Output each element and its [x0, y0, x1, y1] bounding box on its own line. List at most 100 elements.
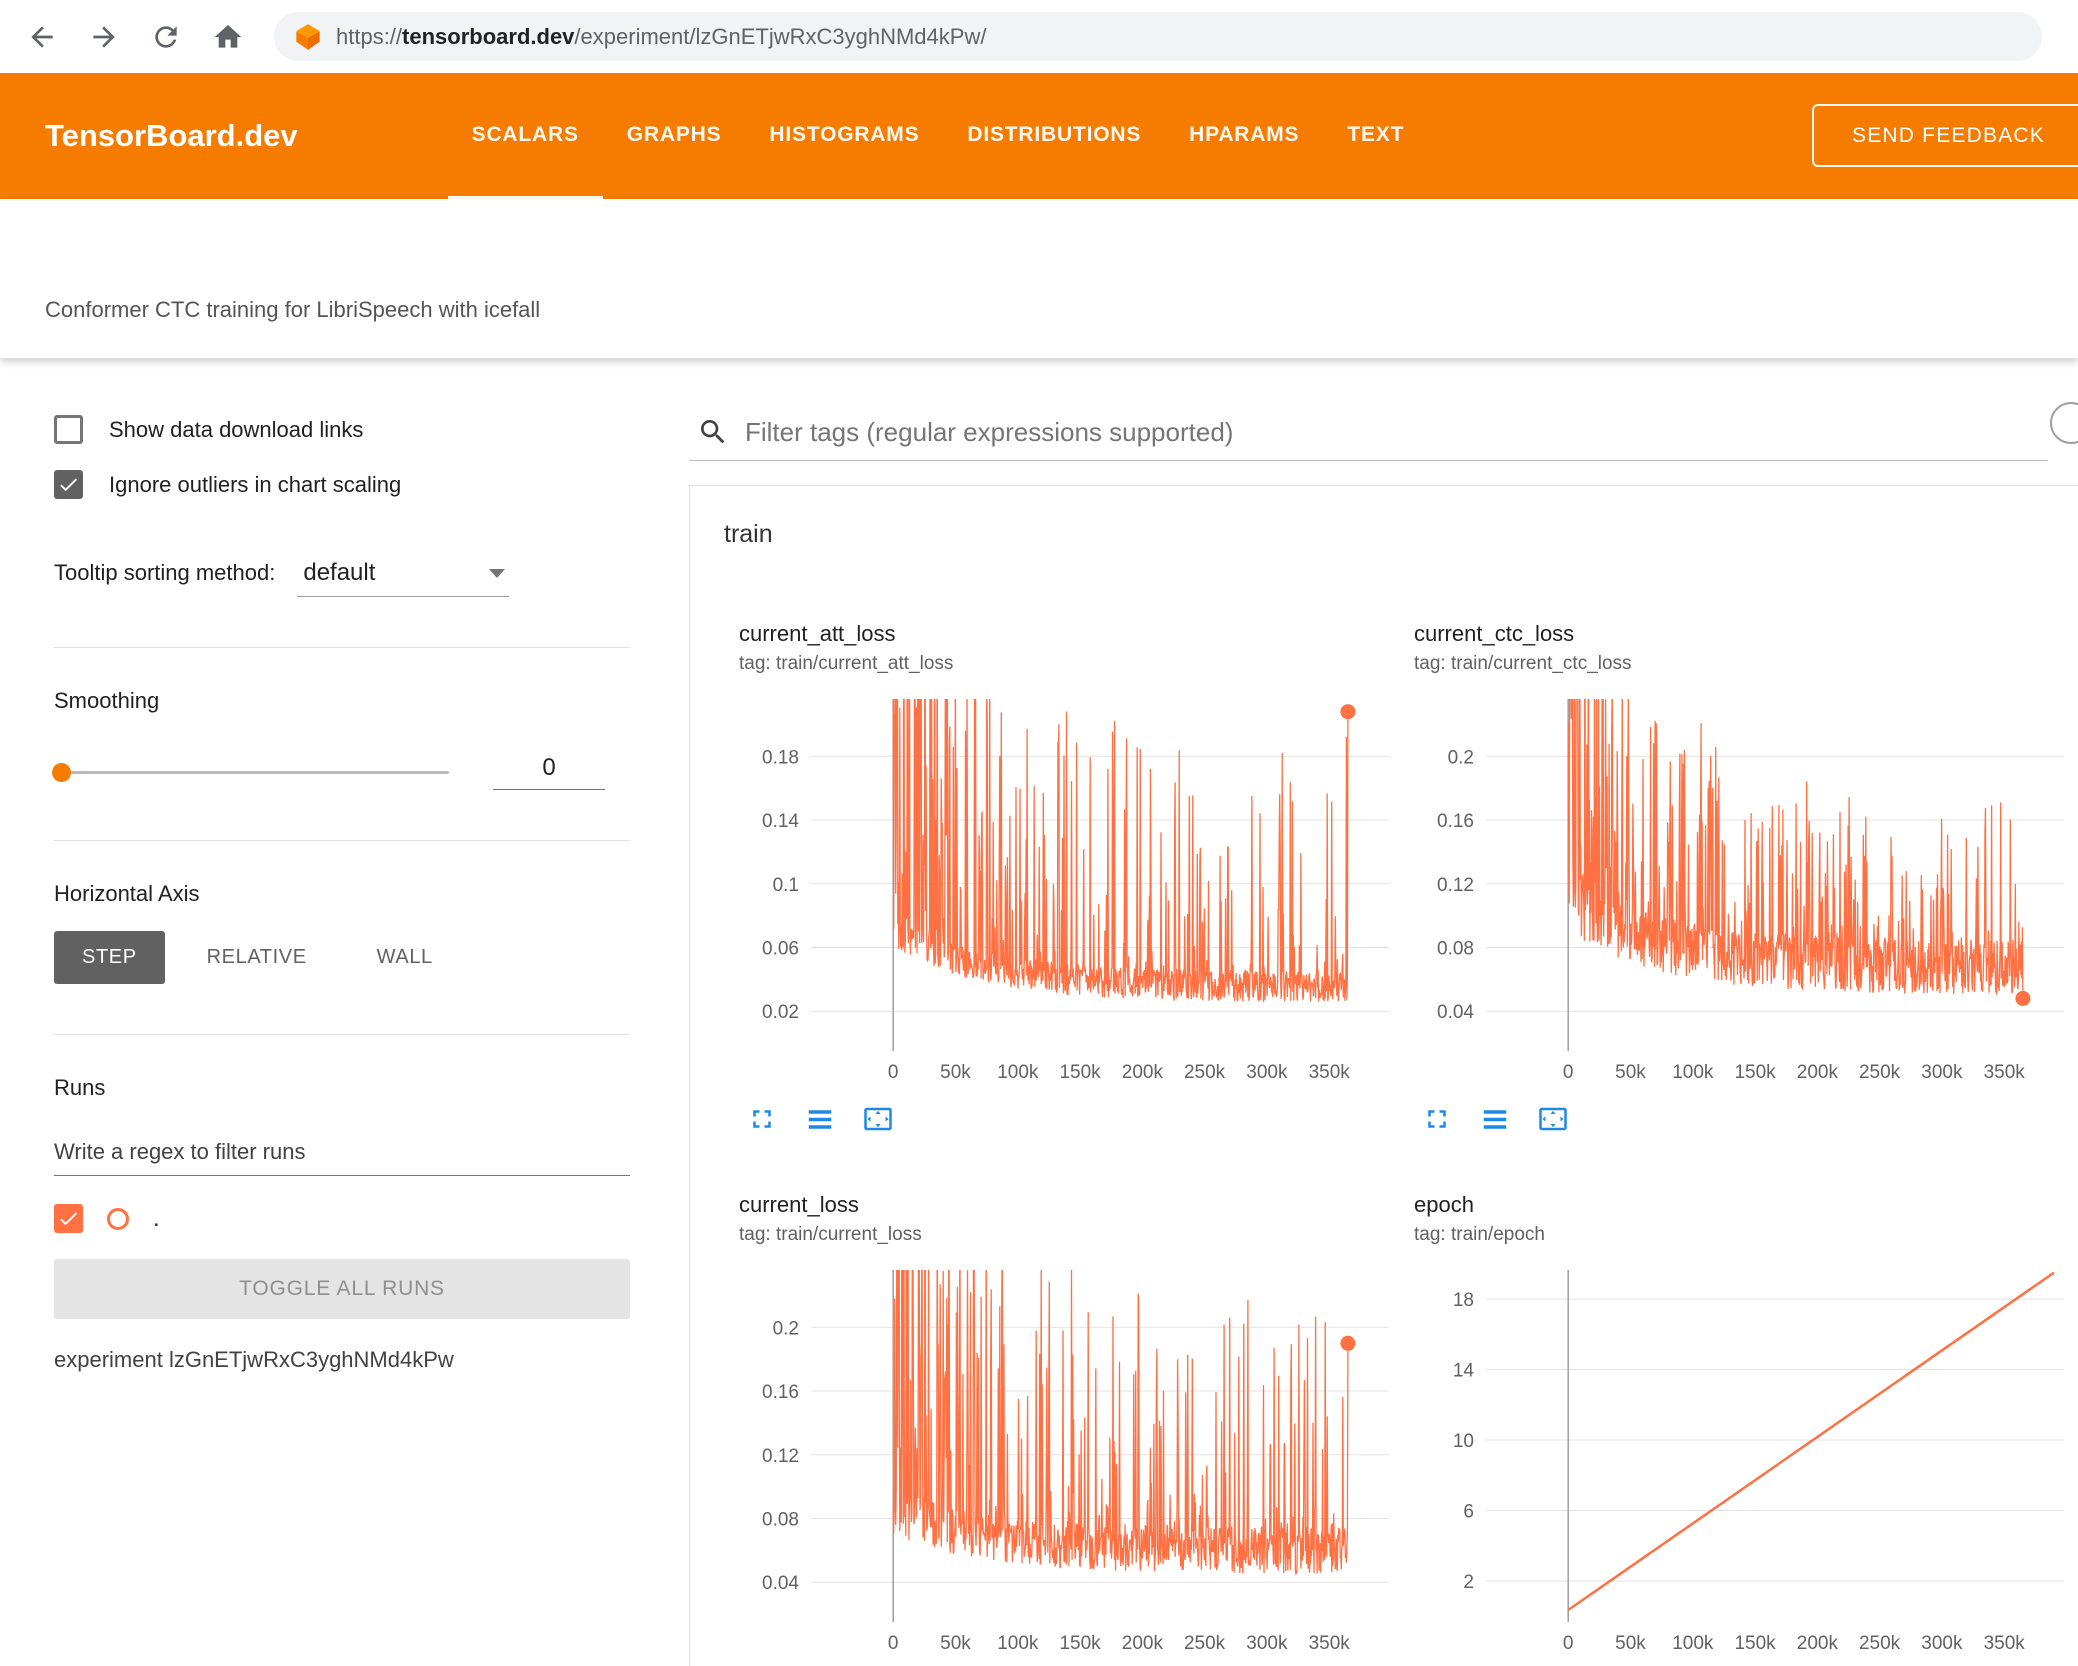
svg-text:300k: 300k	[1246, 1062, 1288, 1083]
send-feedback-button[interactable]: SEND FEEDBACK	[1812, 104, 2078, 167]
svg-text:250k: 250k	[1184, 1633, 1226, 1654]
svg-text:100k: 100k	[997, 1633, 1039, 1654]
run-color-swatch[interactable]	[107, 1207, 129, 1230]
reload-data-button[interactable]	[2050, 402, 2078, 444]
reload-button[interactable]	[150, 21, 182, 53]
svg-text:200k: 200k	[1797, 1062, 1839, 1083]
chart-plot-current_ctc_loss[interactable]: 0.04 0.08 0.12 0.16 0.2 0 50k 100k 150k 200k 250k 3…	[1414, 699, 2078, 1094]
tab-graphs[interactable]: GRAPHS	[603, 73, 746, 199]
svg-text:50k: 50k	[940, 1062, 971, 1083]
tab-hparams[interactable]: HPARAMS	[1165, 73, 1323, 199]
svg-text:0: 0	[888, 1062, 899, 1083]
chart-card-current_att_loss: current_att_loss tag: train/current_att_l…	[739, 621, 1414, 1134]
log-scale-button[interactable]	[1480, 1104, 1510, 1134]
url-scheme: https://	[336, 23, 403, 49]
scalars-main: train current_att_loss tag: train/current…	[689, 358, 2078, 1666]
svg-text:0.1: 0.1	[773, 875, 799, 896]
chart-title: current_loss	[739, 1192, 859, 1217]
fit-domain-icon	[1539, 1107, 1567, 1131]
svg-text:0.08: 0.08	[1437, 939, 1474, 960]
axis-option-wall[interactable]: WALL	[349, 931, 461, 984]
svg-text:0.16: 0.16	[1437, 811, 1474, 832]
chart-plot-current_att_loss[interactable]: 0.02 0.06 0.1 0.14 0.18 0 50k 100k 150k 200k 250k 3…	[739, 699, 1414, 1094]
forward-button[interactable]	[88, 21, 120, 53]
runs-filter-input[interactable]	[54, 1133, 630, 1176]
tab-text[interactable]: TEXT	[1323, 73, 1428, 199]
url-text: https://tensorboard.dev/experiment/lzGnE…	[336, 24, 986, 50]
tooltip-sorting-label: Tooltip sorting method:	[54, 560, 276, 585]
svg-text:250k: 250k	[1184, 1062, 1226, 1083]
svg-text:0.2: 0.2	[1448, 747, 1474, 768]
svg-text:50k: 50k	[1615, 1062, 1646, 1083]
svg-text:100k: 100k	[1672, 1633, 1714, 1654]
smoothing-value[interactable]: 0	[493, 754, 605, 790]
svg-text:0.06: 0.06	[762, 939, 799, 960]
ignore-outliers-row[interactable]: Ignore outliers in chart scaling	[54, 470, 630, 499]
train-section-title[interactable]: train	[690, 486, 2078, 549]
chart-tag: tag: train/current_att_loss	[739, 653, 954, 674]
divider	[54, 647, 630, 648]
app-logo[interactable]: TensorBoard.dev	[45, 118, 298, 154]
smoothing-slider[interactable]	[52, 762, 449, 782]
svg-text:0.04: 0.04	[1437, 1002, 1474, 1023]
axis-option-relative[interactable]: RELATIVE	[179, 931, 335, 984]
svg-text:150k: 150k	[1734, 1062, 1776, 1083]
svg-text:0.18: 0.18	[762, 747, 799, 768]
charts-grid: current_att_loss tag: train/current_att_l…	[690, 621, 2078, 1665]
chart-tag: tag: train/current_ctc_loss	[1414, 653, 1632, 674]
experiment-id-label: experiment lzGnETjwRxC3yghNMd4kPw	[54, 1347, 454, 1372]
fit-domain-button[interactable]	[863, 1104, 893, 1134]
tensorboard-favicon	[294, 23, 322, 51]
tooltip-sorting-select[interactable]: default	[297, 559, 510, 597]
show-download-links-checkbox[interactable]	[54, 415, 83, 444]
smoothing-slider-thumb[interactable]	[52, 762, 71, 782]
ignore-outliers-checkbox[interactable]	[54, 470, 83, 499]
chart-card-epoch: epoch tag: train/epoch 2 6 10 14 18 0 50k 100k 150…	[1414, 1192, 2078, 1665]
svg-text:300k: 300k	[1921, 1633, 1963, 1654]
home-button[interactable]	[212, 21, 244, 53]
svg-text:250k: 250k	[1859, 1633, 1901, 1654]
log-scale-button[interactable]	[805, 1104, 835, 1134]
back-button[interactable]	[26, 21, 58, 53]
expand-chart-button[interactable]	[1422, 1104, 1452, 1134]
divider	[54, 1034, 630, 1035]
svg-text:0: 0	[888, 1633, 899, 1654]
fit-domain-button[interactable]	[1538, 1104, 1568, 1134]
axis-option-step[interactable]: STEP	[54, 931, 165, 984]
svg-text:6: 6	[1463, 1502, 1474, 1523]
tag-filter-row	[689, 416, 2048, 461]
tab-scalars[interactable]: SCALARS	[447, 73, 603, 199]
tag-filter-input[interactable]	[745, 416, 2048, 448]
check-icon	[60, 478, 78, 492]
experiment-title: Conformer CTC training for LibriSpeech w…	[45, 297, 541, 322]
svg-text:0.02: 0.02	[762, 1002, 799, 1023]
url-path: /experiment/lzGnETjwRxC3yghNMd4kPw/	[574, 23, 987, 49]
show-download-links-row[interactable]: Show data download links	[54, 415, 630, 444]
log-scale-icon	[808, 1110, 832, 1129]
toggle-all-runs-button[interactable]: TOGGLE ALL RUNS	[54, 1259, 630, 1319]
tab-distributions[interactable]: DISTRIBUTIONS	[943, 73, 1165, 199]
svg-text:350k: 350k	[1984, 1062, 2026, 1083]
url-domain: tensorboard.dev	[402, 23, 575, 49]
back-icon	[31, 25, 53, 48]
axis-buttons: STEP RELATIVE WALL	[54, 931, 630, 984]
log-scale-icon	[1483, 1110, 1507, 1129]
chart-plot-epoch[interactable]: 2 6 10 14 18 0 50k 100k 150k 200k 250k 300k 350k	[1414, 1270, 2078, 1665]
svg-text:0.2: 0.2	[773, 1318, 799, 1339]
svg-text:18: 18	[1453, 1290, 1474, 1311]
run-row: .	[54, 1204, 630, 1233]
svg-text:350k: 350k	[1309, 1062, 1351, 1083]
expand-chart-button[interactable]	[747, 1104, 777, 1134]
address-bar[interactable]: https://tensorboard.dev/experiment/lzGnE…	[274, 12, 2042, 61]
app-header: TensorBoard.dev SCALARS GRAPHS HISTOGRAMS D…	[0, 73, 2078, 199]
reload-icon	[155, 25, 177, 48]
run-checkbox[interactable]	[54, 1204, 83, 1233]
svg-text:0.04: 0.04	[762, 1573, 799, 1594]
svg-text:150k: 150k	[1734, 1633, 1776, 1654]
svg-text:50k: 50k	[1615, 1633, 1646, 1654]
chart-plot-current_loss[interactable]: 0.04 0.08 0.12 0.16 0.2 0 50k 100k 150k 200k 250k 3…	[739, 1270, 1414, 1665]
tooltip-sorting-value: default	[303, 559, 376, 586]
tab-histograms[interactable]: HISTOGRAMS	[745, 73, 943, 199]
svg-text:0: 0	[1563, 1062, 1574, 1083]
smoothing-row: 0	[52, 754, 630, 790]
